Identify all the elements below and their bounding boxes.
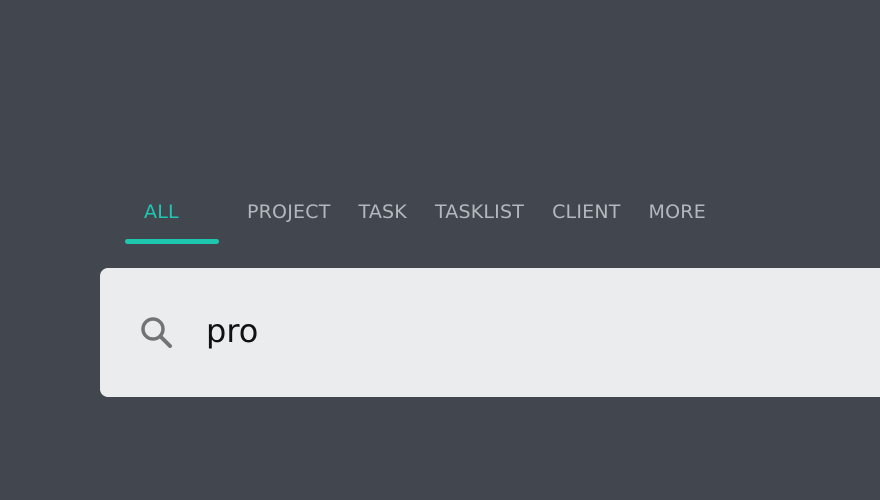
search-input[interactable]	[206, 306, 856, 356]
search-icon	[141, 317, 172, 348]
search-box[interactable]	[100, 268, 880, 397]
tab-label: ALL	[144, 201, 179, 223]
category-tabs: ALL PROJECT TASK TASKLIST CLIENT MORE	[125, 198, 734, 246]
tab-task[interactable]: TASK	[359, 198, 407, 246]
tab-project[interactable]: PROJECT	[247, 198, 331, 246]
tab-more[interactable]: MORE	[649, 198, 706, 246]
tab-label: TASK	[358, 201, 407, 223]
active-tab-indicator	[125, 239, 219, 244]
tab-tasklist[interactable]: TASKLIST	[435, 198, 524, 246]
tab-label: MORE	[648, 201, 706, 223]
tab-label: PROJECT	[247, 201, 331, 223]
tab-all[interactable]: ALL	[125, 198, 219, 246]
tab-label: CLIENT	[552, 201, 621, 223]
tab-label: TASKLIST	[434, 201, 525, 223]
tab-client[interactable]: CLIENT	[552, 198, 620, 246]
